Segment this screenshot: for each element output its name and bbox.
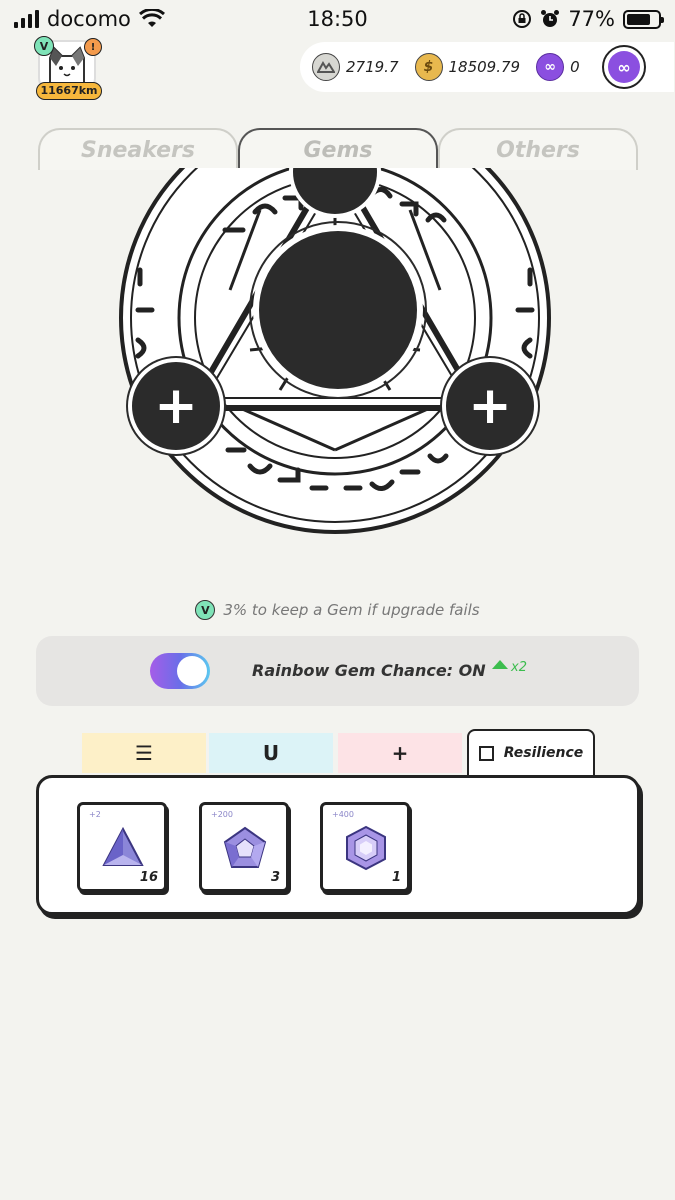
boost-multiplier: x2 (511, 660, 527, 675)
magic-circle-icon (119, 168, 551, 534)
gem-count: 16 (139, 870, 158, 885)
battery-icon (623, 9, 664, 29)
boost-indicator: x2 (492, 660, 527, 675)
gem-item[interactable]: +2 16 (77, 802, 167, 892)
hexagon-gem-icon (346, 825, 386, 871)
gem-bonus: +200 (211, 810, 233, 819)
battery-percent: 77% (568, 7, 615, 31)
matic-amount: 0 (570, 58, 580, 76)
polygon-icon: ∞ (608, 51, 640, 83)
rainbow-chance-toggle[interactable] (150, 653, 210, 689)
gem-count: 1 (391, 870, 401, 885)
gem-item[interactable]: +200 3 (199, 802, 289, 892)
status-right: 77% (512, 7, 664, 31)
rotation-lock-icon (513, 10, 532, 28)
signal-icon (14, 10, 39, 28)
gem-upgrade-altar: + + (110, 150, 560, 560)
gem-bonus: +400 (332, 810, 354, 819)
comfort-icon: + (391, 741, 409, 765)
gst-icon (312, 53, 340, 81)
carrier-name: docomo (47, 7, 131, 31)
gmt-icon: $ (414, 53, 443, 81)
filter-efficiency[interactable]: ☰ (82, 733, 206, 773)
gst-balance: 2719.7 (312, 53, 399, 81)
keep-gem-note: V 3% to keep a Gem if upgrade fails (0, 600, 675, 620)
matic-icon: ∞ (536, 53, 565, 81)
matic-balance: ∞ 0 (536, 53, 580, 81)
plus-icon: + (154, 376, 198, 436)
filter-resilience[interactable]: Resilience (467, 729, 595, 775)
gem-inventory: +2 16 +200 3 +400 1 (36, 775, 640, 915)
alert-badge: ! (84, 38, 102, 56)
right-gem-slot-button[interactable]: + (442, 358, 538, 454)
filter-resilience-label: Resilience (503, 745, 584, 761)
status-bar: docomo 18:50 77% (0, 0, 675, 38)
status-left: docomo (14, 7, 165, 31)
level-badge: V (34, 36, 54, 56)
distance-tag: 11667km (36, 82, 102, 100)
gmt-balance: $ 18509.79 (414, 53, 521, 81)
gem-count: 3 (270, 870, 280, 885)
pentagon-gem-icon (223, 826, 267, 868)
level-v-icon: V (195, 600, 216, 620)
rainbow-chance-panel: Rainbow Gem Chance: ON x2 (36, 636, 639, 706)
luck-icon: U (262, 741, 280, 765)
wallet-button[interactable]: ∞ (602, 45, 646, 89)
plus-icon: + (468, 376, 512, 436)
gst-amount: 2719.7 (346, 58, 399, 76)
up-arrow-icon (492, 660, 508, 669)
keep-gem-text: 3% to keep a Gem if upgrade fails (223, 601, 480, 619)
filter-comfort[interactable]: + (338, 733, 462, 773)
alarm-icon (541, 10, 560, 27)
wifi-icon (138, 9, 165, 27)
resilience-icon (478, 745, 494, 761)
battery-fill (627, 13, 651, 25)
profile-avatar-button[interactable]: V ! 11667km (32, 36, 104, 102)
toggle-knob (177, 656, 207, 686)
triangle-gem-icon (102, 826, 144, 866)
filter-luck[interactable]: U (209, 733, 333, 773)
rainbow-chance-label: Rainbow Gem Chance: ON (252, 661, 486, 680)
efficiency-icon: ☰ (135, 741, 153, 765)
left-gem-slot-button[interactable]: + (128, 358, 224, 454)
currency-bar: 2719.7 $ 18509.79 ∞ 0 ∞ (300, 42, 674, 92)
gem-item[interactable]: +400 1 (320, 802, 410, 892)
gmt-amount: 18509.79 (448, 58, 521, 76)
gem-bonus: +2 (89, 810, 101, 819)
